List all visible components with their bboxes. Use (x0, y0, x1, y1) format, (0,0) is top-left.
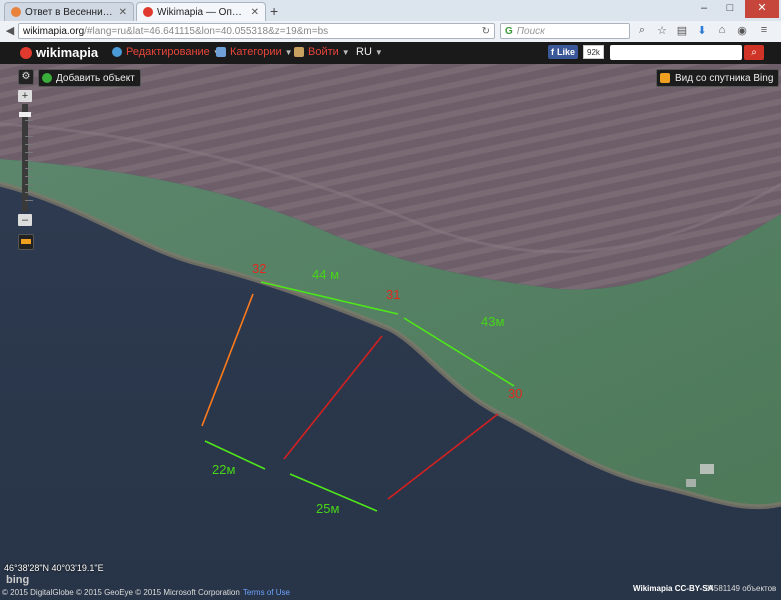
distance-label-22m: 22м (212, 462, 236, 477)
distance-label-44m: 44 м (312, 267, 340, 282)
close-tab-icon[interactable]: ✕ (251, 7, 259, 18)
point-label-31: 31 (386, 287, 401, 302)
bing-satellite-icon (660, 73, 670, 83)
satellite-view-toggle[interactable]: Вид со спутника Bing (656, 69, 780, 87)
browser-nav-bar: ◀ wikimapia.org/#lang=ru&lat=46.641115&l… (0, 21, 781, 43)
menu-categories-label: Категории (230, 46, 282, 58)
like-count: 92k (583, 45, 604, 59)
address-bar[interactable]: wikimapia.org/#lang=ru&lat=46.641115&lon… (18, 23, 495, 39)
forum-favicon-icon (11, 7, 21, 17)
menu-login-label: Войти (308, 46, 339, 58)
chevron-down-icon: ▼ (374, 47, 383, 57)
browser-search-input[interactable]: G Поиск (500, 23, 630, 39)
logo-text: wikimapia (36, 45, 99, 60)
orange-measure-line (201, 293, 254, 427)
zoom-out-button[interactable]: – (18, 214, 32, 226)
license-text[interactable]: Wikimapia CC-BY-SA (633, 584, 713, 593)
back-arrow-icon[interactable]: ◀ (2, 24, 18, 39)
new-tab-button[interactable]: + (270, 3, 278, 19)
red-measure-line-1 (283, 335, 383, 460)
categories-icon (216, 47, 226, 57)
menu-icon[interactable]: ≡ (756, 24, 772, 39)
menu-language[interactable]: RU ▼ (356, 46, 383, 58)
settings-gear-icon[interactable]: ⚙ (18, 69, 34, 85)
bookmarks-list-icon[interactable]: ▤ (674, 24, 690, 39)
add-object-label: Добавить объект (56, 72, 135, 84)
facebook-like-button[interactable]: f Like (548, 45, 579, 59)
maximize-button[interactable]: □ (717, 0, 743, 18)
menu-edit-label: Редактирование (126, 46, 210, 58)
url-host: wikimapia.org (23, 25, 85, 37)
zoom-in-button[interactable]: + (18, 90, 32, 102)
distance-label-25m: 25м (316, 501, 340, 516)
zoom-control[interactable]: + – (18, 90, 33, 226)
menu-edit[interactable]: Редактирование ▼ (112, 46, 221, 58)
coordinates-readout: 46°38'28"N 40°03'19.1"E (4, 563, 104, 573)
search-icon: ⌕ (751, 47, 757, 58)
browser-tab-forum[interactable]: Ответ в Весенний карп на... ✕ (4, 2, 134, 21)
measurement-overlay (201, 281, 714, 512)
layers-icon[interactable] (18, 234, 34, 250)
like-label: Like (557, 47, 576, 57)
menu-language-label: RU (356, 46, 372, 58)
menu-categories[interactable]: Категории ▼ (216, 46, 293, 58)
search-engine-icon: G (505, 25, 513, 37)
building-shape (686, 479, 696, 487)
tab-title: Ответ в Весенний карп на... (25, 6, 115, 18)
bookmark-star-icon[interactable]: ☆ (654, 24, 670, 39)
add-object-button[interactable]: Добавить объект (38, 69, 141, 87)
add-icon (42, 73, 52, 83)
wikimapia-favicon-icon (143, 7, 153, 17)
satellite-view-label: Вид со спутника Bing (675, 72, 774, 84)
globe-icon (112, 47, 122, 57)
home-icon[interactable]: ⌂ (714, 24, 730, 39)
chat-icon[interactable]: ◉ (734, 24, 750, 39)
point-label-30: 30 (508, 386, 523, 401)
distance-label-43m: 43м (481, 314, 505, 329)
close-tab-icon[interactable]: ✕ (119, 7, 127, 18)
minimize-button[interactable]: – (691, 0, 717, 18)
facebook-icon: f (551, 47, 554, 57)
red-measure-line-2 (387, 413, 499, 500)
wikimapia-logo[interactable]: wikimapia (20, 45, 98, 60)
url-path: /#lang=ru&lat=46.641115&lon=40.055318&z=… (84, 25, 329, 37)
zoom-slider-track[interactable] (22, 104, 33, 212)
tab-title: Wikimapia — Опишем ве... (157, 6, 247, 18)
terms-of-use-link[interactable]: Terms of Use (243, 588, 290, 597)
search-placeholder: Поиск (516, 25, 545, 37)
login-icon (294, 47, 304, 57)
chevron-down-icon: ▼ (341, 47, 350, 57)
object-count: 24581149 объектов (705, 584, 777, 593)
copyright-text: © 2015 DigitalGlobe © 2015 GeoEye © 2015… (2, 588, 240, 597)
downloads-icon[interactable]: ⬇ (694, 24, 710, 39)
imagery-copyright: © 2015 DigitalGlobe © 2015 GeoEye © 2015… (2, 588, 290, 597)
reload-icon[interactable]: ↻ (482, 26, 490, 37)
browser-tab-strip: Ответ в Весенний карп на... ✕ Wikimapia … (0, 0, 781, 22)
zoom-slider-handle[interactable] (19, 112, 31, 117)
site-search-input[interactable] (610, 45, 742, 60)
green-line-44m (260, 281, 399, 315)
menu-login[interactable]: Войти ▼ (294, 46, 350, 58)
bing-logo: bing (6, 574, 30, 586)
chevron-down-icon: ▼ (284, 47, 293, 57)
browser-tab-wikimapia[interactable]: Wikimapia — Опишем ве... ✕ (136, 2, 266, 21)
satellite-map[interactable]: 32 31 30 44 м 43м 22м 25м ⚙ Добавить объ… (0, 64, 781, 600)
wikimapia-header: wikimapia Редактирование ▼ Категории ▼ В… (0, 42, 781, 64)
point-label-32: 32 (252, 261, 267, 276)
search-magnifier-icon[interactable]: ⌕ (634, 24, 650, 39)
wikimapia-logo-icon (20, 46, 32, 59)
close-window-button[interactable]: ✕ (745, 0, 779, 18)
search-button[interactable]: ⌕ (744, 45, 764, 60)
building-shape (700, 464, 714, 474)
